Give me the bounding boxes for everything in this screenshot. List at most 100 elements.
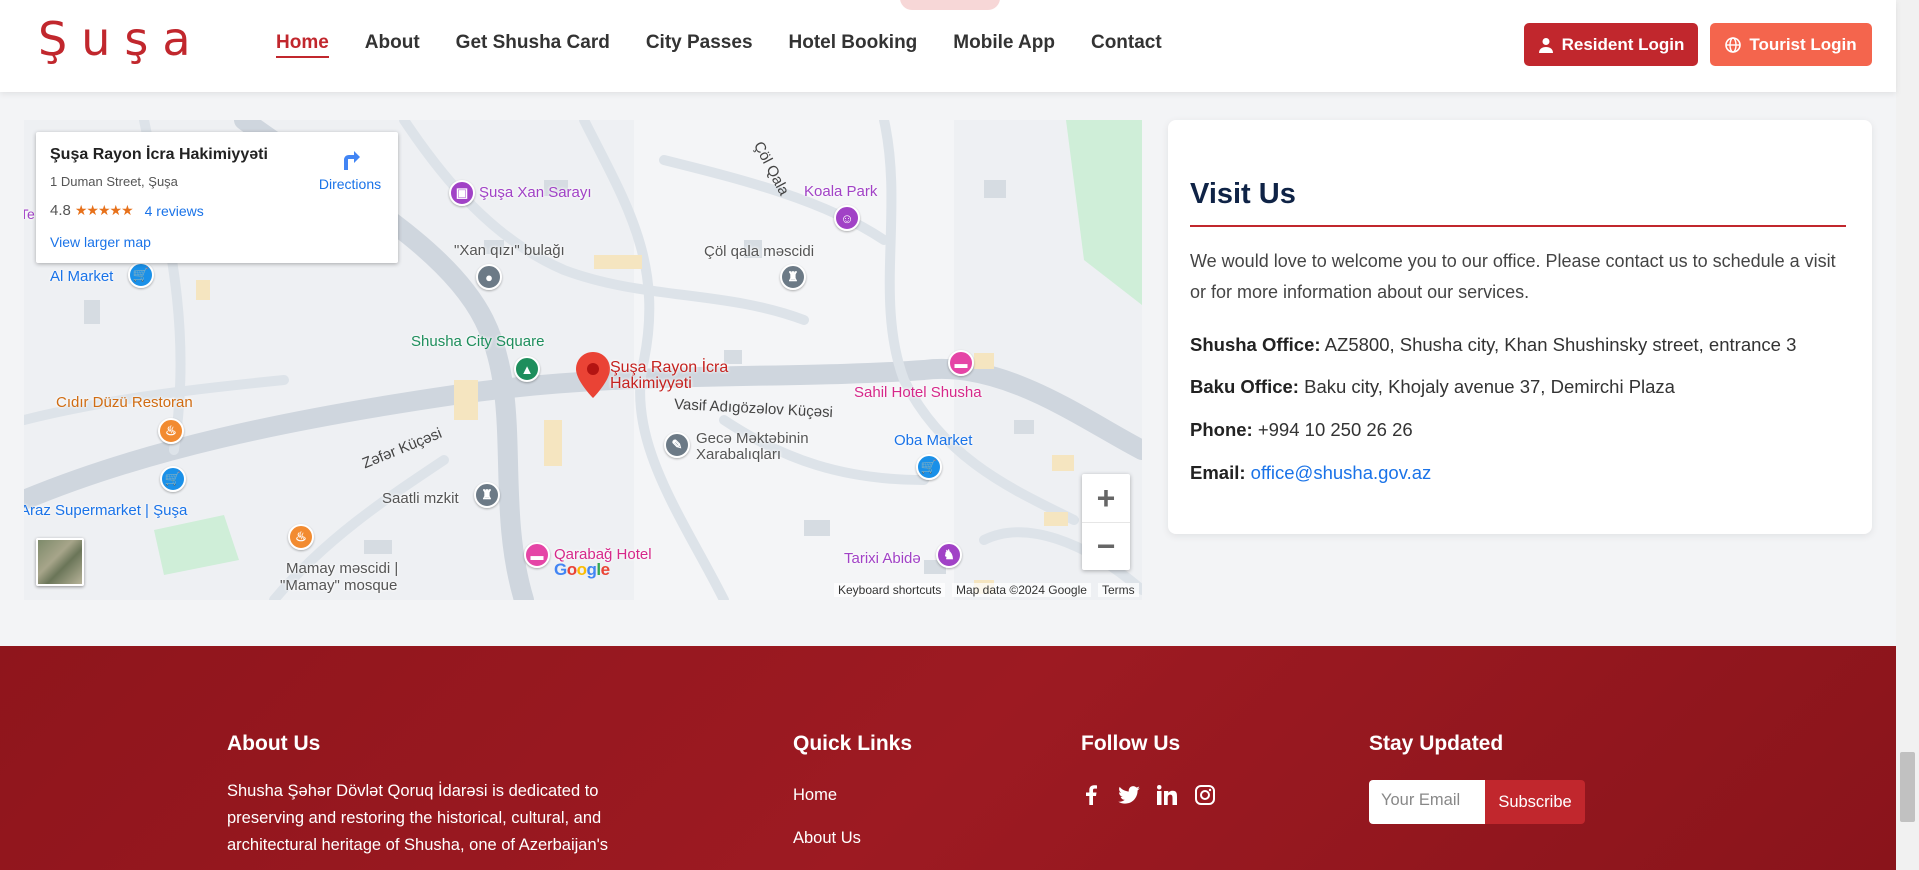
- mosque-pin-icon[interactable]: ♜: [780, 264, 806, 290]
- map-label-oba-market[interactable]: Oba Market: [894, 432, 972, 449]
- email-row: Email: office@shusha.gov.az: [1190, 462, 1431, 484]
- visit-intro: We would love to welcome you to our offi…: [1190, 251, 1836, 302]
- nav-city-passes[interactable]: City Passes: [646, 30, 753, 58]
- resident-login-button[interactable]: Resident Login: [1524, 23, 1698, 66]
- shusha-office-row: Shusha Office: AZ5800, Shusha city, Khan…: [1190, 334, 1796, 356]
- zoom-out-button[interactable]: −: [1082, 522, 1130, 570]
- embedded-map[interactable]: Te ▣ Şuşa Xan Sarayı Koala Park ☺ "Xan q…: [24, 120, 1142, 600]
- map-label-col-qala-mescidi[interactable]: Çöl qala məscidi: [704, 243, 814, 260]
- hotel-pin-icon-2[interactable]: ▬: [524, 542, 550, 568]
- map-label-xan-sarayi[interactable]: Şuşa Xan Sarayı: [479, 184, 592, 201]
- satellite-toggle[interactable]: [36, 538, 84, 586]
- map-label-city-square[interactable]: Shusha City Square: [411, 333, 544, 350]
- google-logo: Google: [554, 560, 610, 579]
- map-label-main-pin-2[interactable]: Hakimiyyəti: [610, 376, 692, 392]
- nav-get-shusha-card[interactable]: Get Shusha Card: [456, 30, 610, 58]
- site-logo[interactable]: Şuşa: [38, 14, 205, 64]
- place-name: Şuşa Rayon İcra Hakimiyyəti: [50, 146, 268, 163]
- directions-button[interactable]: Directions: [310, 144, 390, 192]
- main-location-pin-icon[interactable]: [576, 352, 610, 398]
- baku-office-row: Baku Office: Baku city, Khojaly avenue 3…: [1190, 376, 1675, 398]
- nav-mobile-app[interactable]: Mobile App: [953, 30, 1055, 58]
- visit-us-card: Visit Us We would love to welcome you to…: [1168, 120, 1872, 534]
- page-scrollbar[interactable]: [1896, 0, 1919, 870]
- monument-pin-icon[interactable]: ♞: [936, 542, 962, 568]
- footer-quick-links-title: Quick Links: [793, 732, 913, 755]
- park-tree-pin-icon[interactable]: ▲: [514, 356, 540, 382]
- email-link[interactable]: office@shusha.gov.az: [1251, 462, 1432, 483]
- footer-link-home[interactable]: Home: [793, 786, 837, 805]
- nav-home[interactable]: Home: [276, 30, 329, 58]
- place-address: 1 Duman Street, Şuşa: [50, 174, 178, 189]
- map-data-text: Map data ©2024 Google: [952, 583, 1091, 597]
- resident-login-label: Resident Login: [1561, 34, 1685, 54]
- linkedin-icon[interactable]: [1156, 784, 1178, 806]
- mosque-pin-icon-2[interactable]: ♜: [474, 482, 500, 508]
- top-decoration: [900, 0, 1000, 10]
- map-label-sahil-hotel[interactable]: Sahil Hotel Shusha: [854, 384, 982, 401]
- globe-icon: [1725, 36, 1742, 53]
- reviews-link[interactable]: 4 reviews: [145, 203, 204, 219]
- map-label-cidir-duzu[interactable]: Cıdır Düzü Restoran: [56, 394, 193, 411]
- shop-pin-icon[interactable]: 🛒: [128, 262, 154, 288]
- scrollbar-thumb[interactable]: [1900, 752, 1915, 822]
- map-label-gece-mekteb-1[interactable]: Gecə Məktəbinin: [696, 430, 809, 447]
- email-label: Email:: [1190, 462, 1246, 483]
- map-label-tarixi[interactable]: Tarixi Abidə: [844, 550, 921, 567]
- landmark-pin-icon[interactable]: ●: [476, 264, 502, 290]
- phone-value: +994 10 250 26 26: [1252, 419, 1413, 440]
- user-icon: [1538, 37, 1553, 53]
- footer-about-text: Shusha Şəhər Dövlət Qoruq İdarəsi is ded…: [227, 782, 609, 854]
- site-header: Şuşa Home About Get Shusha Card City Pas…: [0, 0, 1896, 92]
- map-label-gece-mekteb-2[interactable]: Xarabalıqları: [696, 446, 781, 463]
- footer-link-about-us[interactable]: About Us: [793, 829, 861, 848]
- twitter-icon[interactable]: [1118, 784, 1140, 806]
- nav-contact[interactable]: Contact: [1091, 30, 1162, 58]
- hotel-pin-icon[interactable]: ▬: [948, 350, 974, 376]
- keyboard-shortcuts-link[interactable]: Keyboard shortcuts: [834, 583, 946, 597]
- terms-link[interactable]: Terms: [1098, 583, 1139, 597]
- site-footer: About Us Shusha Şəhər Dövlət Qoruq İdarə…: [0, 646, 1896, 870]
- map-attribution: Keyboard shortcuts Map data ©2024 Google…: [24, 580, 1142, 600]
- map-label-araz[interactable]: Araz Supermarket | Şuşa: [24, 502, 187, 519]
- nav-about[interactable]: About: [365, 30, 420, 58]
- map-label-main-pin-1[interactable]: Şuşa Rayon İcra: [610, 360, 728, 376]
- shusha-office-value: AZ5800, Shusha city, Khan Shushinsky str…: [1320, 334, 1797, 355]
- subscribe-button[interactable]: Subscribe: [1485, 780, 1585, 824]
- social-links: [1080, 784, 1216, 806]
- directions-icon: [344, 151, 360, 170]
- tourist-login-label: Tourist Login: [1749, 34, 1857, 54]
- newsletter-email-input[interactable]: Your Email: [1369, 780, 1485, 824]
- footer-follow-title: Follow Us: [1081, 732, 1181, 755]
- zoom-in-button[interactable]: +: [1082, 474, 1130, 522]
- phone-label: Phone:: [1190, 419, 1253, 440]
- tourist-login-button[interactable]: Tourist Login: [1710, 23, 1872, 66]
- palace-pin-icon[interactable]: ▣: [449, 180, 475, 206]
- phone-row: Phone: +994 10 250 26 26: [1190, 419, 1413, 441]
- place-info-card: Şuşa Rayon İcra Hakimiyyəti 1 Duman Stre…: [36, 132, 398, 263]
- baku-office-label: Baku Office:: [1190, 376, 1299, 397]
- main-nav: Home About Get Shusha Card City Passes H…: [276, 30, 1162, 58]
- place-rating: 4.8 ★★★★★ 4 reviews: [50, 202, 204, 219]
- map-label-mamay-1[interactable]: Mamay məscidi |: [286, 560, 398, 577]
- directions-label: Directions: [318, 176, 382, 192]
- title-divider: [1190, 225, 1846, 227]
- visit-us-title: Visit Us: [1190, 178, 1296, 210]
- shop-pin-icon-3[interactable]: 🛒: [916, 454, 942, 480]
- instagram-icon[interactable]: [1194, 784, 1216, 806]
- footer-about-title: About Us: [227, 732, 321, 755]
- map-label-koala-park[interactable]: Koala Park: [804, 183, 877, 200]
- footer-stay-updated-title: Stay Updated: [1369, 732, 1504, 755]
- park-pin-icon[interactable]: ☺: [834, 205, 860, 231]
- facebook-icon[interactable]: [1080, 784, 1102, 806]
- map-label-saatli[interactable]: Saatli mzkit: [382, 490, 459, 507]
- map-label-te[interactable]: Te: [24, 206, 35, 222]
- shop-pin-icon-2[interactable]: 🛒: [160, 466, 186, 492]
- school-pin-icon[interactable]: ✎: [664, 432, 690, 458]
- restaurant-pin-icon-2[interactable]: ♨: [288, 524, 314, 550]
- nav-hotel-booking[interactable]: Hotel Booking: [789, 30, 918, 58]
- view-larger-map-link[interactable]: View larger map: [50, 234, 151, 250]
- restaurant-pin-icon[interactable]: ♨: [158, 418, 184, 444]
- map-label-al-market[interactable]: Al Market: [50, 268, 113, 285]
- map-label-xan-qizi[interactable]: "Xan qızı" bulağı: [454, 242, 565, 259]
